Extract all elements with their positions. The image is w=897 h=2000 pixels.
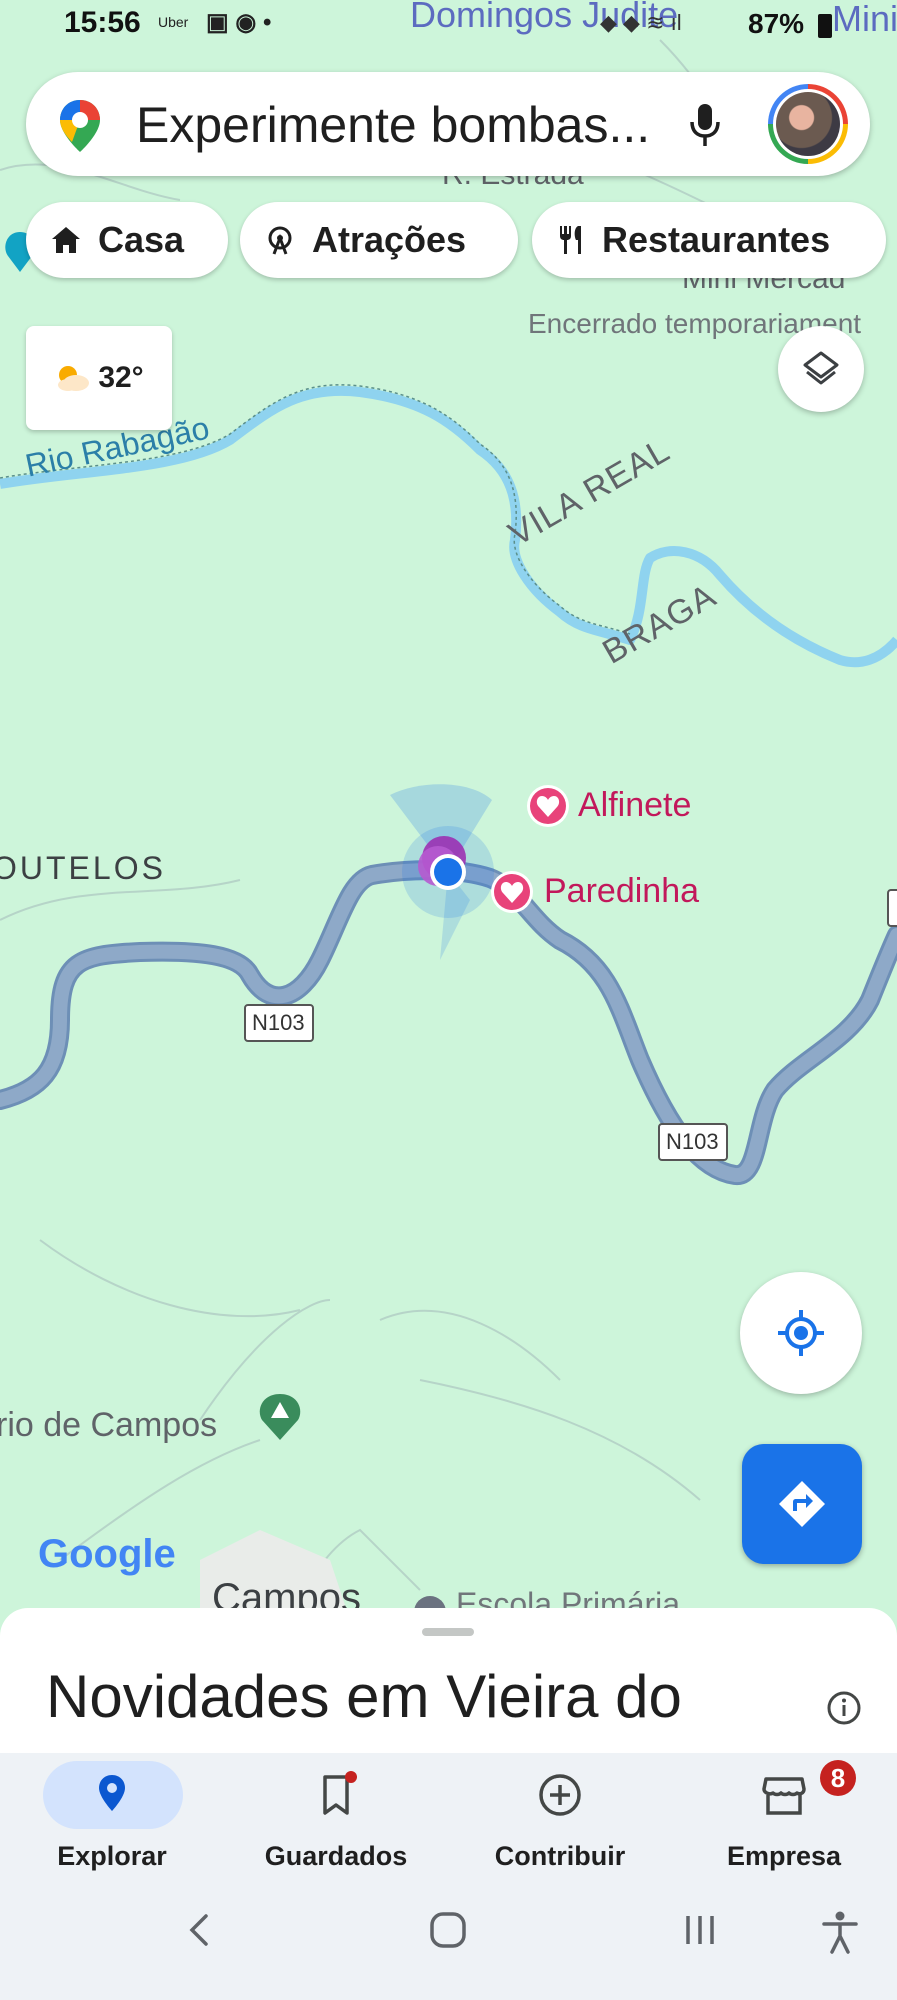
label-paredinha[interactable]: Paredinha xyxy=(544,872,699,911)
status-time: 15:56 xyxy=(64,6,141,39)
directions-button[interactable] xyxy=(742,1444,862,1564)
search-input[interactable]: Experimente bombas... xyxy=(136,96,650,154)
chip-casa[interactable]: Casa xyxy=(26,202,228,278)
label-alfinete[interactable]: Alfinete xyxy=(578,786,691,825)
google-logo: Google xyxy=(38,1532,176,1576)
saved-heart-pin-alfinete xyxy=(527,785,569,827)
mic-icon[interactable] xyxy=(688,102,722,148)
notification-icons: ▣ ◉ • xyxy=(206,9,272,36)
tab-contribuir[interactable]: Contribuir xyxy=(448,1753,672,1903)
empresa-badge: 8 xyxy=(820,1760,856,1796)
signal-icon: ◆ ◆ ≋ ıl xyxy=(600,10,682,35)
system-recents-icon[interactable] xyxy=(682,1910,718,1950)
maps-logo-icon xyxy=(60,100,100,152)
home-icon xyxy=(50,225,82,255)
chip-atracoes[interactable]: Atrações xyxy=(240,202,518,278)
info-icon[interactable] xyxy=(826,1690,862,1726)
fork-knife-icon xyxy=(556,224,586,256)
label-outelos: OUTELOS xyxy=(0,850,166,886)
accessibility-icon[interactable] xyxy=(820,1910,860,1954)
chip-restaurantes[interactable]: Restaurantes xyxy=(532,202,886,278)
tab-explorar-label: Explorar xyxy=(57,1841,167,1871)
park-pin-icon xyxy=(259,1394,301,1440)
layers-icon xyxy=(803,351,839,385)
status-app-icons: Uber xyxy=(158,14,189,30)
tab-empresa-label: Empresa xyxy=(726,1841,842,1871)
tab-explorar[interactable]: Explorar xyxy=(0,1753,224,1903)
battery-level: 87% xyxy=(748,8,805,39)
road-shield-label-1: N103 xyxy=(252,1010,305,1035)
road-shield-label-2: N103 xyxy=(666,1129,719,1154)
crosshair-icon xyxy=(778,1310,824,1356)
weather-widget[interactable]: 32° xyxy=(26,326,172,430)
system-home-icon[interactable] xyxy=(428,1910,468,1950)
chip-atracoes-label: Atrações xyxy=(312,219,467,260)
label-rio-de-campos[interactable]: rio de Campos xyxy=(0,1406,217,1445)
weather-temp: 32° xyxy=(98,361,144,394)
directions-icon xyxy=(779,1481,825,1527)
chip-restaurantes-label: Restaurantes xyxy=(602,219,831,260)
my-location-button[interactable] xyxy=(740,1272,862,1394)
tab-guardados[interactable]: Guardados xyxy=(224,1753,448,1903)
system-back-icon[interactable] xyxy=(184,1910,214,1950)
tab-contribuir-label: Contribuir xyxy=(494,1841,626,1871)
store-icon xyxy=(762,1777,806,1815)
bookmark-icon xyxy=(323,1771,357,1815)
chip-casa-label: Casa xyxy=(98,219,185,260)
bottom-nav: Explorar Guardados Contribuir Empresa xyxy=(0,1753,897,2000)
layers-button[interactable] xyxy=(778,326,864,412)
tab-empresa[interactable]: Empresa xyxy=(672,1753,896,1903)
account-avatar[interactable] xyxy=(768,84,848,164)
search-bar[interactable]: Experimente bombas... xyxy=(26,72,870,176)
explore-pin-icon xyxy=(99,1775,125,1811)
battery-icon xyxy=(818,14,832,38)
sheet-drag-handle[interactable] xyxy=(422,1628,474,1636)
status-bar: 15:56 Uber ▣ ◉ • ◆ ◆ ≋ ıl 87% xyxy=(0,0,897,50)
sheet-title: Novidades em Vieira do xyxy=(46,1663,682,1730)
saved-heart-pin-paredinha xyxy=(491,871,533,913)
tab-guardados-label: Guardados xyxy=(264,1841,408,1871)
add-circle-icon xyxy=(539,1774,581,1816)
ferris-wheel-icon xyxy=(264,224,296,256)
bottom-sheet[interactable]: Novidades em Vieira do xyxy=(0,1608,897,1753)
partly-cloudy-icon xyxy=(58,366,90,391)
